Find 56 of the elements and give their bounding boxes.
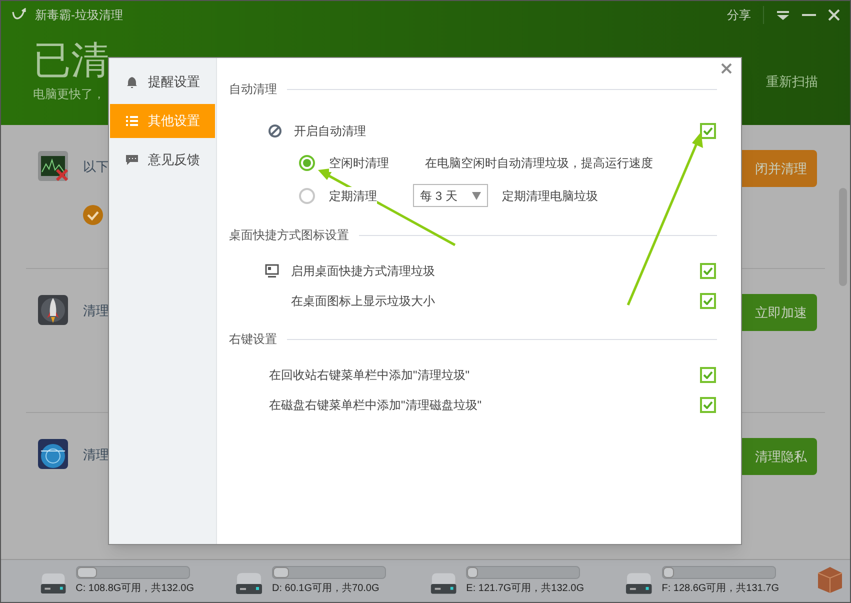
cleaned-headline: 已清 xyxy=(33,39,109,83)
checkbox[interactable] xyxy=(700,263,716,279)
radio-button[interactable] xyxy=(299,154,315,170)
check-icon xyxy=(703,401,713,409)
option-label: 空闲时清理 xyxy=(329,154,389,172)
checkbox[interactable] xyxy=(700,293,716,309)
section-title: 右键设置 xyxy=(229,331,277,348)
option-label: 在桌面图标上显示垃圾大小 xyxy=(291,293,435,310)
desktop-icon xyxy=(265,264,279,278)
hard-drive-icon xyxy=(624,570,654,596)
prohibited-icon xyxy=(268,124,282,138)
check-icon xyxy=(703,371,713,379)
rescan-link[interactable]: 重新扫描 xyxy=(766,61,818,103)
option-label: 启用桌面快捷方式清理垃圾 xyxy=(291,263,435,280)
close-icon[interactable] xyxy=(828,9,840,21)
sidebar-tab[interactable]: 意见反馈 xyxy=(110,143,215,177)
option-description: 定期清理电脑垃圾 xyxy=(502,188,598,204)
list-icon xyxy=(126,115,138,127)
caret-icon xyxy=(472,192,481,200)
bell-icon xyxy=(126,76,138,88)
item-label: 清理 xyxy=(83,302,109,320)
item-label: 以下 xyxy=(83,158,109,176)
disk-space-text: D: 60.1G可用，共70.0G xyxy=(272,582,380,596)
section-title: 桌面快捷方式图标设置 xyxy=(229,227,349,244)
window-title: 新毒霸-垃圾清理 xyxy=(35,7,123,24)
checkbox[interactable] xyxy=(700,367,716,383)
disk-space-text: C: 108.8G可用，共132.0G xyxy=(76,582,194,596)
close-icon[interactable] xyxy=(721,63,732,74)
option-label: 在磁盘右键菜单栏中添加"清理磁盘垃圾" xyxy=(269,397,482,414)
check-icon xyxy=(703,297,713,305)
scrollbar[interactable] xyxy=(839,188,847,286)
monitor-icon xyxy=(37,150,69,182)
share-button[interactable]: 分享 xyxy=(727,6,764,24)
check-icon xyxy=(703,127,713,135)
section-title: 自动清理 xyxy=(229,81,277,98)
logo-icon xyxy=(11,8,27,22)
item-label: 清理 xyxy=(83,446,109,464)
sidebar-tab[interactable]: 提醒设置 xyxy=(110,65,215,99)
disk-space-text: F: 128.6G可用，共131.7G xyxy=(662,582,779,596)
option-label: 开启自动清理 xyxy=(294,123,366,140)
checkbox[interactable] xyxy=(700,397,716,413)
hard-drive-icon xyxy=(234,570,264,596)
option-description: 在电脑空闲时自动清理垃圾，提高运行速度 xyxy=(425,154,653,172)
box-icon[interactable] xyxy=(817,566,843,594)
disk-space-text: E: 121.7G可用，共132.0G xyxy=(466,582,584,596)
option-label: 定期清理 xyxy=(329,186,377,204)
dropdown-menu-icon[interactable] xyxy=(776,10,790,20)
check-icon xyxy=(703,267,713,275)
radar-icon xyxy=(37,438,69,470)
radio-button[interactable] xyxy=(299,188,315,204)
rocket-icon xyxy=(37,294,69,326)
option-label: 在回收站右键菜单栏中添加"清理垃圾" xyxy=(269,367,470,384)
minimize-icon[interactable] xyxy=(802,13,816,17)
interval-dropdown[interactable]: 每 3 天 xyxy=(413,184,488,207)
subtitle-text: 电脑更快了， xyxy=(33,86,105,103)
chat-icon xyxy=(126,154,138,166)
